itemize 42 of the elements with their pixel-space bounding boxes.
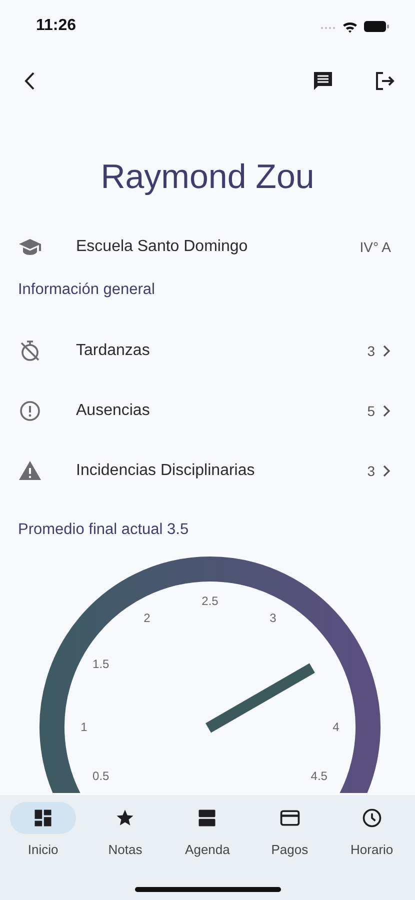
status-time: 11:26 — [36, 17, 76, 35]
nav-tab[interactable]: Agenda — [167, 802, 248, 857]
stopwatch-off-icon — [18, 339, 42, 363]
gauge-tick-label: 1.5 — [92, 657, 110, 671]
wifi-icon — [342, 20, 358, 32]
chevron-right-icon — [381, 344, 393, 358]
logout-icon — [373, 69, 397, 93]
grade-label: IV° A — [360, 239, 391, 255]
info-row[interactable]: Ausencias 5 — [0, 381, 415, 441]
info-row[interactable]: Tardanzas 3 — [0, 321, 415, 381]
gauge-tick-label: 2 — [144, 610, 150, 625]
chevron-right-icon — [381, 464, 393, 478]
gauge-tick-label: 1 — [80, 720, 88, 734]
chevron-right-icon — [381, 404, 393, 418]
row-label: Ausencias — [76, 402, 151, 420]
count-label: 3 — [367, 463, 375, 479]
gauge-tick-label: 2.5 — [202, 594, 218, 608]
info-row[interactable]: Incidencias Disciplinarias 3 — [0, 441, 415, 501]
warning-icon — [18, 459, 42, 483]
nav-tab[interactable]: Inicio — [3, 802, 84, 857]
student-name: Raymond Zou — [100, 157, 316, 198]
exclamation-circle-icon — [18, 399, 42, 423]
gauge-tick-label: 4.5 — [310, 769, 328, 783]
school-name: Escuela Santo Domingo — [76, 238, 249, 256]
row-label: Incidencias Disciplinarias — [76, 462, 256, 480]
nav-tab[interactable]: Notas — [85, 802, 166, 857]
battery-icon — [364, 20, 389, 32]
count-label: 5 — [367, 403, 375, 419]
credit-card-icon — [278, 807, 301, 829]
gauge-tick-label: 4 — [332, 720, 340, 734]
row-label: Tardanzas — [76, 342, 151, 360]
average-title: Promedio final actual 3.5 — [17, 520, 190, 540]
nav-tab[interactable]: Pagos — [250, 802, 330, 857]
section-title: Información general — [17, 280, 156, 300]
clock-icon — [360, 807, 383, 829]
gauge-tick-label: 0.5 — [92, 769, 110, 783]
count-label: 3 — [367, 343, 375, 359]
nav-tab[interactable]: Horario — [332, 802, 412, 857]
stacked-bars-icon — [196, 807, 218, 829]
message-icon — [311, 69, 335, 93]
dashboard-icon — [32, 807, 54, 829]
gauge-tick-label: 3 — [270, 610, 276, 625]
